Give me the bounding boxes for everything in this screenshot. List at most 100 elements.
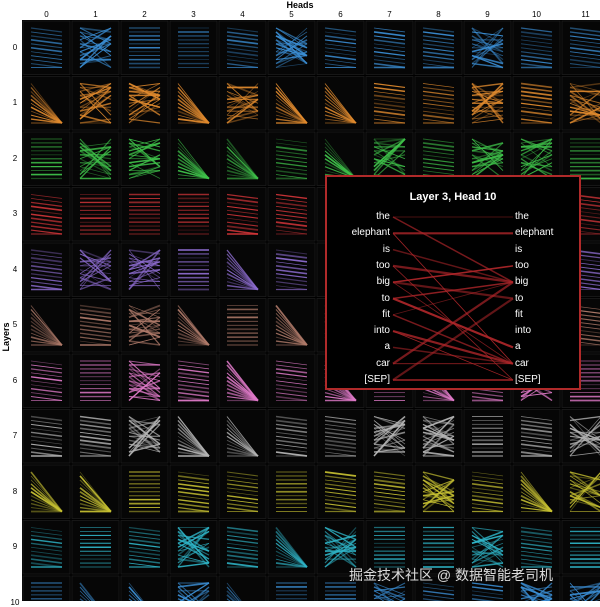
attention-thumbnail-l7-h1[interactable] xyxy=(71,409,120,464)
attention-thumbnail-l1-h8[interactable] xyxy=(414,76,463,131)
attention-thumbnail-l4-h4[interactable] xyxy=(218,242,267,297)
attention-thumbnail-l10-h1[interactable] xyxy=(71,575,120,601)
attention-thumbnail-l4-h0[interactable] xyxy=(22,242,71,297)
attention-thumbnail-l8-h11[interactable] xyxy=(561,464,600,519)
attention-thumbnail-l7-h0[interactable] xyxy=(22,409,71,464)
attention-thumbnail-l7-h11[interactable] xyxy=(561,409,600,464)
attention-thumbnail-l0-h7[interactable] xyxy=(365,20,414,75)
popup-token-left[interactable]: [SEP] xyxy=(364,374,390,386)
attention-thumbnail-l7-h6[interactable] xyxy=(316,409,365,464)
popup-token-left[interactable]: fit xyxy=(382,309,390,321)
attention-thumbnail-l1-h7[interactable] xyxy=(365,76,414,131)
attention-thumbnail-l8-h6[interactable] xyxy=(316,464,365,519)
attention-thumbnail-l8-h8[interactable] xyxy=(414,464,463,519)
attention-thumbnail-l9-h4[interactable] xyxy=(218,520,267,575)
attention-thumbnail-l10-h0[interactable] xyxy=(22,575,71,601)
popup-token-right[interactable]: to xyxy=(515,293,523,305)
attention-thumbnail-l1-h9[interactable] xyxy=(463,76,512,131)
attention-thumbnail-l1-h4[interactable] xyxy=(218,76,267,131)
attention-thumbnail-l9-h2[interactable] xyxy=(120,520,169,575)
attention-thumbnail-l8-h4[interactable] xyxy=(218,464,267,519)
attention-thumbnail-l8-h1[interactable] xyxy=(71,464,120,519)
attention-thumbnail-l9-h11[interactable] xyxy=(561,520,600,575)
attention-thumbnail-l5-h4[interactable] xyxy=(218,298,267,353)
attention-thumbnail-l4-h2[interactable] xyxy=(120,242,169,297)
popup-token-left[interactable]: car xyxy=(376,358,390,370)
attention-thumbnail-l5-h3[interactable] xyxy=(169,298,218,353)
attention-thumbnail-l7-h4[interactable] xyxy=(218,409,267,464)
attention-thumbnail-l10-h5[interactable] xyxy=(267,575,316,601)
attention-thumbnail-l0-h2[interactable] xyxy=(120,20,169,75)
popup-token-right[interactable]: car xyxy=(515,358,529,370)
attention-thumbnail-l2-h5[interactable] xyxy=(267,131,316,186)
attention-thumbnail-l3-h3[interactable] xyxy=(169,187,218,242)
attention-thumbnail-l7-h2[interactable] xyxy=(120,409,169,464)
attention-thumbnail-l3-h0[interactable] xyxy=(22,187,71,242)
popup-token-right[interactable]: a xyxy=(515,341,521,353)
attention-thumbnail-l9-h0[interactable] xyxy=(22,520,71,575)
popup-token-right[interactable]: elephant xyxy=(515,227,553,239)
attention-thumbnail-l2-h1[interactable] xyxy=(71,131,120,186)
attention-thumbnail-l1-h0[interactable] xyxy=(22,76,71,131)
popup-token-left[interactable]: to xyxy=(382,293,390,305)
attention-thumbnail-l9-h3[interactable] xyxy=(169,520,218,575)
popup-token-right[interactable]: big xyxy=(515,276,528,288)
attention-thumbnail-l0-h8[interactable] xyxy=(414,20,463,75)
attention-thumbnail-l1-h10[interactable] xyxy=(512,76,561,131)
attention-thumbnail-l0-h1[interactable] xyxy=(71,20,120,75)
popup-token-right[interactable]: into xyxy=(515,325,531,337)
popup-token-left[interactable]: is xyxy=(383,244,390,256)
attention-thumbnail-l1-h1[interactable] xyxy=(71,76,120,131)
popup-token-left[interactable]: too xyxy=(376,260,390,272)
attention-thumbnail-l1-h3[interactable] xyxy=(169,76,218,131)
attention-thumbnail-l8-h7[interactable] xyxy=(365,464,414,519)
attention-thumbnail-l2-h0[interactable] xyxy=(22,131,71,186)
popup-token-left[interactable]: into xyxy=(374,325,390,337)
attention-thumbnail-l8-h9[interactable] xyxy=(463,464,512,519)
attention-thumbnail-l3-h2[interactable] xyxy=(120,187,169,242)
attention-thumbnail-l0-h6[interactable] xyxy=(316,20,365,75)
attention-thumbnail-l4-h3[interactable] xyxy=(169,242,218,297)
attention-thumbnail-l5-h0[interactable] xyxy=(22,298,71,353)
attention-thumbnail-l3-h5[interactable] xyxy=(267,187,316,242)
attention-thumbnail-l10-h3[interactable] xyxy=(169,575,218,601)
attention-thumbnail-l2-h3[interactable] xyxy=(169,131,218,186)
attention-thumbnail-l6-h5[interactable] xyxy=(267,353,316,408)
attention-thumbnail-l8-h5[interactable] xyxy=(267,464,316,519)
attention-thumbnail-l9-h5[interactable] xyxy=(267,520,316,575)
attention-thumbnail-l1-h6[interactable] xyxy=(316,76,365,131)
attention-thumbnail-l4-h1[interactable] xyxy=(71,242,120,297)
attention-thumbnail-l9-h1[interactable] xyxy=(71,520,120,575)
attention-thumbnail-l7-h8[interactable] xyxy=(414,409,463,464)
attention-thumbnail-l8-h0[interactable] xyxy=(22,464,71,519)
attention-thumbnail-l10-h4[interactable] xyxy=(218,575,267,601)
popup-token-right[interactable]: too xyxy=(515,260,529,272)
attention-thumbnail-l6-h4[interactable] xyxy=(218,353,267,408)
attention-thumbnail-l1-h5[interactable] xyxy=(267,76,316,131)
attention-thumbnail-l7-h7[interactable] xyxy=(365,409,414,464)
popup-token-right[interactable]: fit xyxy=(515,309,523,321)
attention-thumbnail-l7-h10[interactable] xyxy=(512,409,561,464)
attention-thumbnail-l0-h9[interactable] xyxy=(463,20,512,75)
popup-token-left[interactable]: big xyxy=(377,276,390,288)
popup-token-left[interactable]: a xyxy=(384,341,390,353)
attention-thumbnail-l7-h9[interactable] xyxy=(463,409,512,464)
popup-token-right[interactable]: [SEP] xyxy=(515,374,541,386)
attention-thumbnail-l1-h11[interactable] xyxy=(561,76,600,131)
attention-thumbnail-l3-h4[interactable] xyxy=(218,187,267,242)
attention-thumbnail-l3-h1[interactable] xyxy=(71,187,120,242)
attention-thumbnail-l10-h2[interactable] xyxy=(120,575,169,601)
attention-thumbnail-l6-h0[interactable] xyxy=(22,353,71,408)
attention-thumbnail-l0-h5[interactable] xyxy=(267,20,316,75)
attention-thumbnail-l0-h0[interactable] xyxy=(22,20,71,75)
attention-thumbnail-l8-h2[interactable] xyxy=(120,464,169,519)
popup-token-right[interactable]: is xyxy=(515,244,522,256)
attention-thumbnail-l2-h2[interactable] xyxy=(120,131,169,186)
attention-thumbnail-l6-h3[interactable] xyxy=(169,353,218,408)
attention-thumbnail-l0-h4[interactable] xyxy=(218,20,267,75)
attention-thumbnail-l5-h5[interactable] xyxy=(267,298,316,353)
attention-thumbnail-l5-h2[interactable] xyxy=(120,298,169,353)
attention-thumbnail-l8-h3[interactable] xyxy=(169,464,218,519)
attention-thumbnail-l10-h11[interactable] xyxy=(561,575,600,601)
popup-token-right[interactable]: the xyxy=(515,211,529,223)
